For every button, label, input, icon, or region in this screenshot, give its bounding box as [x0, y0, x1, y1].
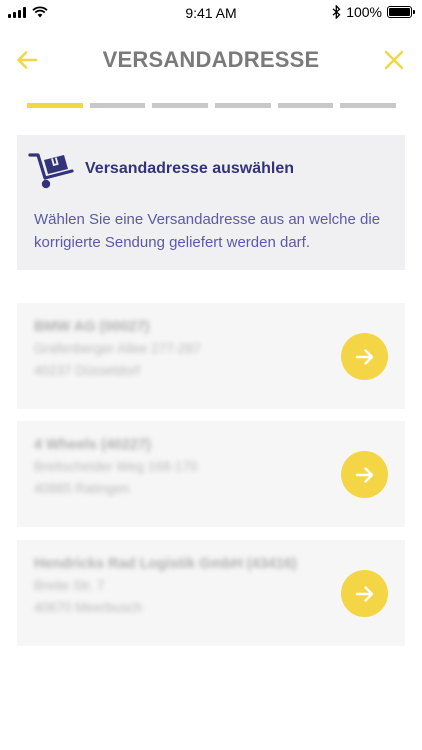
address-street: Breitscheider Weg 168-170 — [34, 459, 198, 474]
address-city: 40885 Ratingen — [34, 481, 130, 496]
status-right: 100% — [332, 4, 415, 20]
address-city: 40237 Düsseldorf — [34, 363, 140, 378]
step-progress — [27, 103, 397, 108]
progress-step — [27, 103, 83, 108]
arrow-right-icon — [355, 466, 373, 483]
progress-step — [152, 103, 209, 108]
info-text: Wählen Sie eine Versandadresse aus an we… — [34, 211, 381, 251]
address-name: 4 Wheels (40227) — [34, 437, 151, 453]
address-card[interactable]: 4 Wheels (40227) Breitscheider Weg 168-1… — [17, 421, 405, 527]
battery-level — [389, 8, 410, 16]
select-address-button[interactable] — [341, 570, 388, 617]
header: VERSANDADRESSE — [0, 38, 422, 82]
battery-icon — [387, 6, 415, 18]
select-address-button[interactable] — [341, 451, 388, 498]
address-street: Grafenberger Allee 277-287 — [34, 341, 201, 356]
address-city: 40670 Meerbusch — [34, 600, 143, 615]
hand-truck-package-icon — [28, 153, 74, 189]
progress-step — [89, 103, 146, 108]
arrow-right-icon — [355, 585, 373, 602]
info-title: Versandadresse auswählen — [85, 160, 294, 177]
close-button[interactable] — [382, 48, 406, 72]
progress-step — [215, 103, 271, 108]
address-name: BMW AG (00027) — [34, 319, 150, 335]
address-card[interactable]: BMW AG (00027) Grafenberger Allee 277-28… — [17, 303, 405, 409]
battery-percent: 100% — [346, 4, 382, 20]
status-bar: 9:41 AM 100% — [0, 0, 422, 26]
address-details: BMW AG (00027) Grafenberger Allee 277-28… — [34, 319, 201, 385]
select-address-button[interactable] — [341, 333, 388, 380]
arrow-right-icon — [355, 348, 373, 365]
bluetooth-icon — [332, 5, 341, 19]
progress-step — [277, 103, 334, 108]
close-icon — [384, 50, 404, 70]
address-card[interactable]: Hendricks Rad Logistik GmbH (43416) Brei… — [17, 540, 405, 646]
address-details: 4 Wheels (40227) Breitscheider Weg 168-1… — [34, 437, 197, 503]
page-title: VERSANDADRESSE — [102, 47, 320, 72]
address-street: Breite Str. 7 — [34, 578, 105, 593]
address-details: Hendricks Rad Logistik GmbH (43416) Brei… — [34, 556, 297, 622]
progress-step — [340, 103, 397, 108]
info-card: Versandadresse auswählen Wählen Sie eine… — [17, 135, 405, 270]
address-name: Hendricks Rad Logistik GmbH (43416) — [34, 556, 297, 572]
